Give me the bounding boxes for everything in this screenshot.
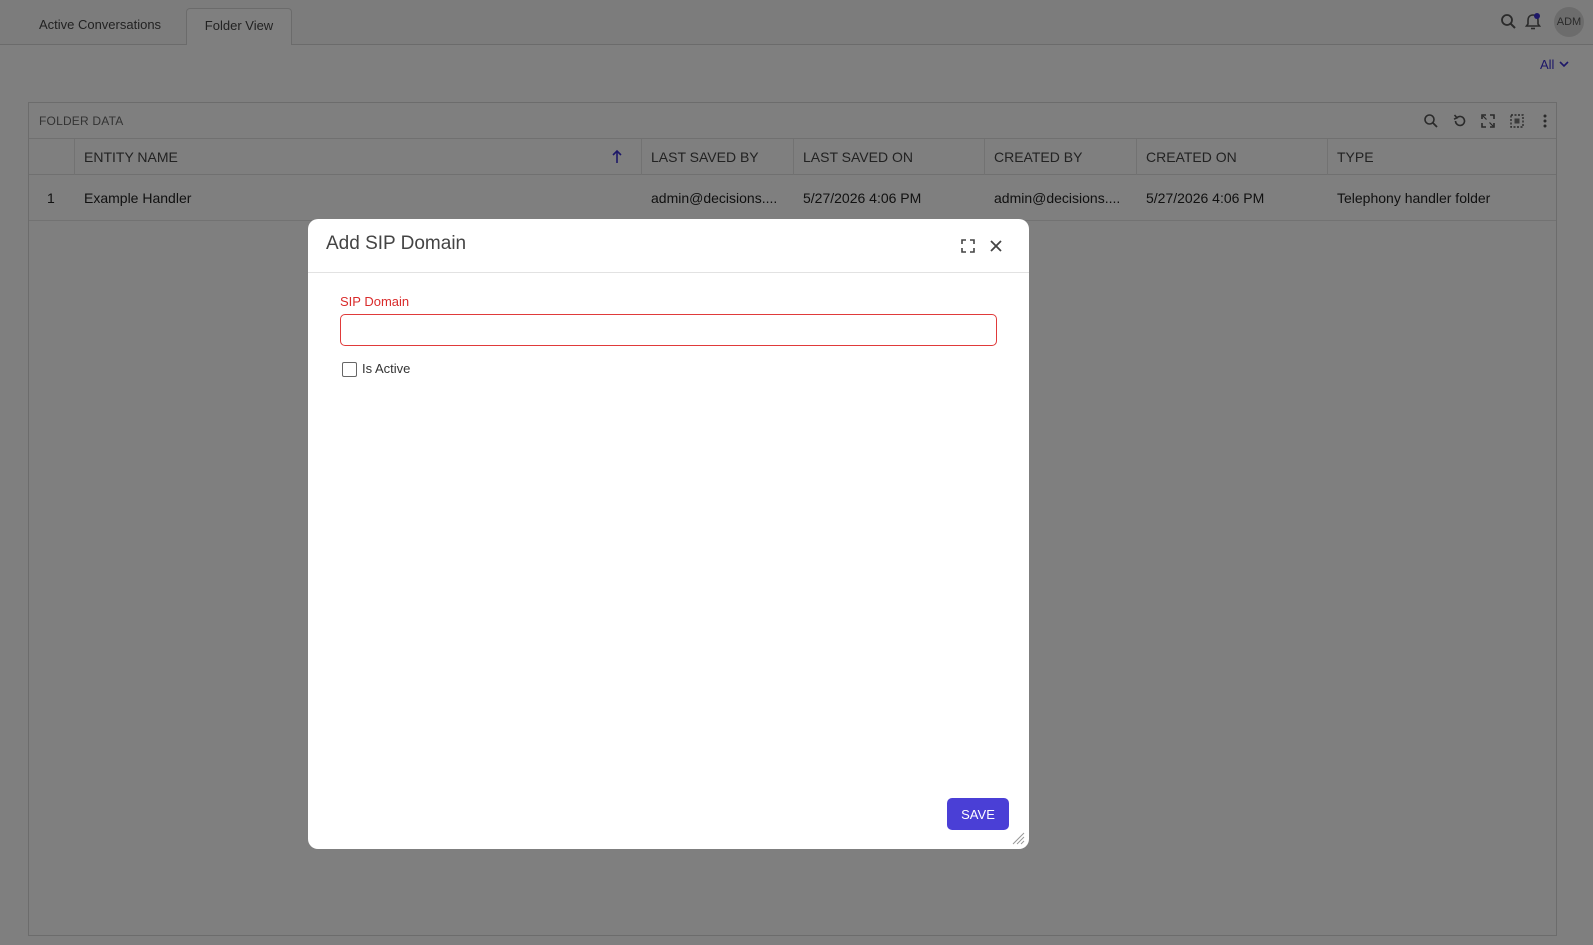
close-icon[interactable] [987, 237, 1005, 255]
dialog-header: Add SIP Domain [308, 219, 1029, 273]
dialog-title: Add SIP Domain [326, 233, 467, 254]
save-button[interactable]: SAVE [947, 798, 1009, 830]
maximize-icon[interactable] [959, 237, 977, 255]
is-active-label[interactable]: Is Active [362, 361, 410, 376]
resize-handle-icon[interactable] [1011, 831, 1025, 845]
add-sip-domain-dialog: Add SIP Domain SIP Domain Is Active SAVE [308, 219, 1029, 849]
is-active-checkbox[interactable] [342, 362, 357, 377]
sip-domain-input[interactable] [340, 314, 997, 346]
sip-domain-label: SIP Domain [340, 294, 410, 309]
